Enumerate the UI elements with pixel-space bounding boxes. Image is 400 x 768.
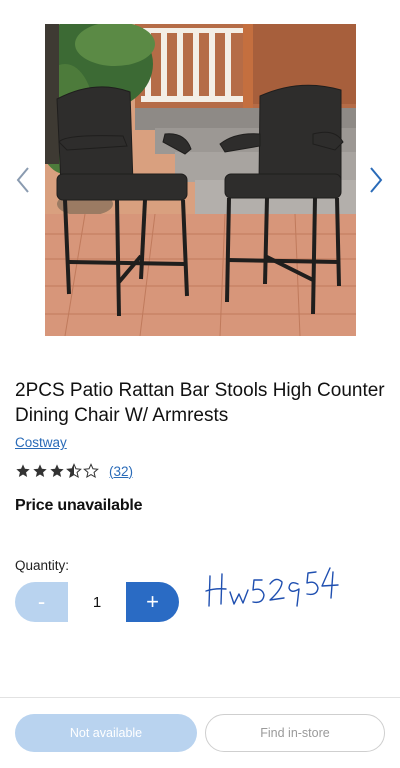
quantity-input[interactable]	[68, 592, 126, 612]
star-full-icon	[33, 464, 47, 477]
chevron-left-icon	[16, 167, 29, 193]
brand-link[interactable]: Costway	[15, 435, 67, 450]
quantity-label: Quantity:	[15, 558, 70, 573]
product-image[interactable]	[45, 24, 356, 336]
star-full-icon	[50, 464, 64, 477]
review-count-link[interactable]: (32)	[109, 464, 133, 479]
star-full-icon	[16, 464, 30, 477]
not-available-button[interactable]: Not available	[15, 714, 197, 752]
gallery-next-button[interactable]	[364, 162, 388, 198]
handwritten-note	[205, 567, 339, 607]
price-status: Price unavailable	[15, 497, 143, 514]
quantity-decrement-button[interactable]: -	[15, 582, 68, 622]
chevron-right-icon	[370, 167, 383, 193]
quantity-increment-button[interactable]: +	[126, 582, 179, 622]
rating-stars	[15, 463, 99, 479]
product-photo	[45, 24, 356, 336]
footer-divider	[0, 697, 400, 698]
quantity-stepper: - +	[15, 582, 179, 622]
product-rating[interactable]: (32)	[15, 462, 133, 480]
product-page: 2PCS Patio Rattan Bar Stools High Counte…	[0, 0, 400, 768]
gallery-prev-button[interactable]	[12, 162, 36, 198]
star-empty-icon	[83, 463, 99, 479]
star-half-icon	[66, 463, 82, 479]
product-title: 2PCS Patio Rattan Bar Stools High Counte…	[15, 380, 385, 426]
find-in-store-button[interactable]: Find in-store	[205, 714, 385, 752]
